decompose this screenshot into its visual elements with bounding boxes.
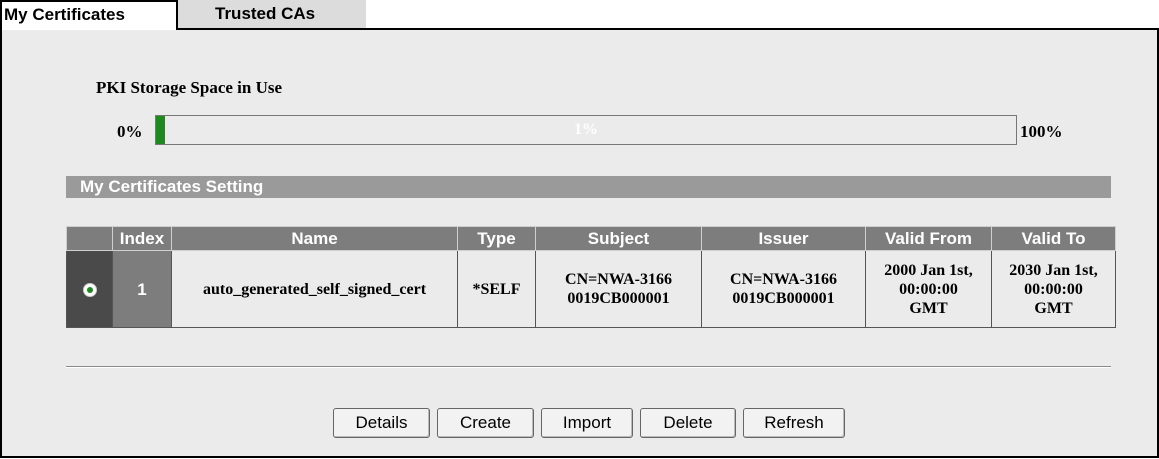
- row-valid-to: 2030 Jan 1st, 00:00:00 GMT: [991, 250, 1116, 328]
- row-valid-to-line3: GMT: [1034, 299, 1073, 317]
- create-button[interactable]: Create: [437, 408, 534, 438]
- tab-trusted-cas[interactable]: Trusted CAs: [178, 0, 366, 30]
- row-issuer-line1: CN=NWA-3166: [730, 271, 837, 288]
- section-header: My Certificates Setting: [66, 176, 1111, 198]
- pki-storage-bar: 1%: [155, 115, 1017, 145]
- pki-max-label: 100%: [1020, 122, 1063, 141]
- row-subject-line1: CN=NWA-3166: [565, 271, 672, 288]
- row-valid-to-line1: 2030 Jan 1st,: [1009, 261, 1098, 279]
- header-name: Name: [171, 226, 458, 251]
- table-header-row: Index Name Type Subject Issuer Valid Fro…: [66, 226, 1116, 251]
- delete-button[interactable]: Delete: [640, 408, 736, 438]
- certificates-table: Index Name Type Subject Issuer Valid Fro…: [66, 226, 1116, 328]
- table-row: 1 auto_generated_self_signed_cert *SELF …: [66, 250, 1116, 328]
- row-subject: CN=NWA-3166 0019CB000001: [535, 250, 702, 328]
- row-issuer: CN=NWA-3166 0019CB000001: [701, 250, 866, 328]
- row-type: *SELF: [457, 250, 536, 328]
- refresh-button[interactable]: Refresh: [743, 408, 845, 438]
- row-valid-from-line2: 00:00:00: [899, 280, 958, 298]
- header-valid-to: Valid To: [991, 226, 1116, 251]
- pki-min-label: 0%: [117, 122, 143, 141]
- pki-storage-bar-label: 1%: [574, 121, 598, 138]
- row-name: auto_generated_self_signed_cert: [171, 250, 458, 328]
- header-valid-from: Valid From: [865, 226, 992, 251]
- row-valid-from: 2000 Jan 1st, 00:00:00 GMT: [865, 250, 992, 328]
- row-subject-line2: 0019CB000001: [567, 290, 670, 307]
- divider-line: [66, 366, 1111, 368]
- header-subject: Subject: [535, 226, 702, 251]
- row-select-radio[interactable]: [82, 282, 97, 297]
- tab-divider: [178, 28, 1157, 30]
- header-select: [66, 226, 113, 251]
- row-valid-to-line2: 00:00:00: [1024, 280, 1083, 298]
- row-index: 1: [112, 250, 172, 328]
- header-index: Index: [112, 226, 172, 251]
- row-select-cell: [66, 250, 113, 328]
- tab-trusted-cas-label: Trusted CAs: [215, 4, 316, 23]
- row-issuer-line2: 0019CB000001: [732, 290, 835, 307]
- tab-my-certificates[interactable]: My Certificates: [0, 0, 178, 30]
- header-issuer: Issuer: [701, 226, 866, 251]
- import-button[interactable]: Import: [541, 408, 633, 438]
- pki-storage-title: PKI Storage Space in Use: [96, 78, 283, 97]
- row-valid-from-line1: 2000 Jan 1st,: [884, 261, 973, 279]
- row-valid-from-line3: GMT: [909, 299, 948, 317]
- header-type: Type: [457, 226, 536, 251]
- tab-my-certificates-label: My Certificates: [4, 5, 125, 24]
- details-button[interactable]: Details: [333, 408, 430, 438]
- tab-bar: My Certificates Trusted CAs: [0, 0, 1159, 30]
